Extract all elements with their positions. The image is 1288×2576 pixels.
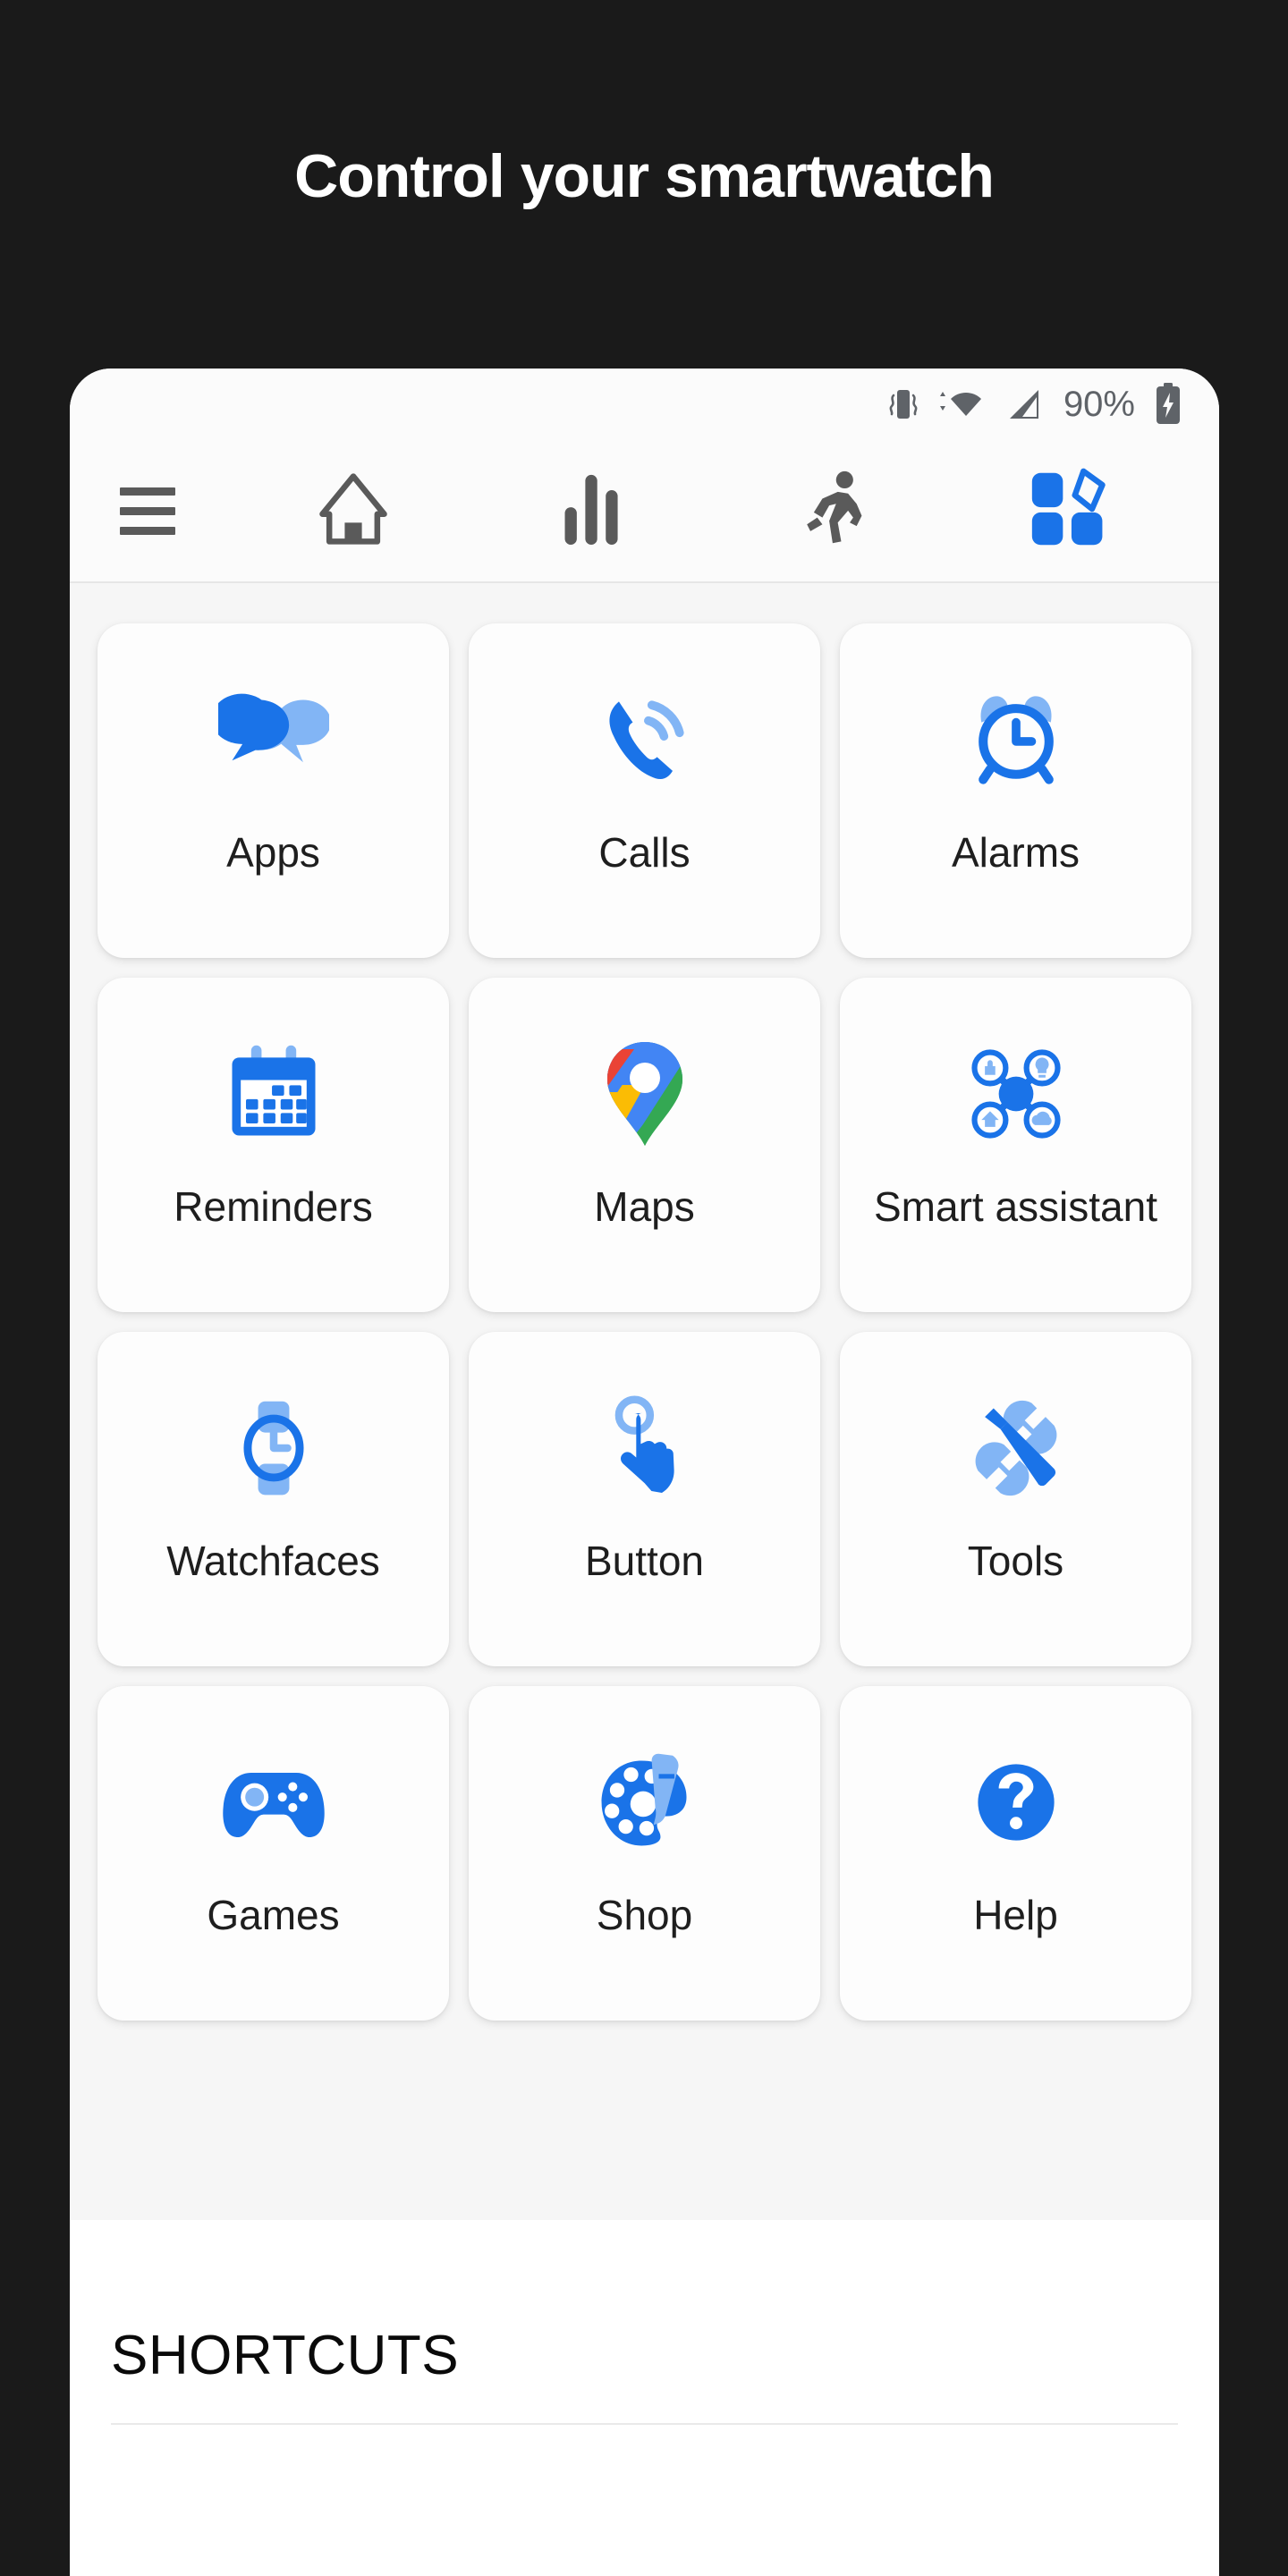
hamburger-menu-icon bbox=[120, 487, 175, 535]
home-icon bbox=[312, 468, 394, 555]
page-root: Control your smartwatch 90% Apps Calls A… bbox=[0, 0, 1288, 2576]
running-person-icon bbox=[792, 468, 870, 555]
tile-label: Reminders bbox=[174, 1183, 373, 1230]
tile-label: Apps bbox=[226, 829, 320, 876]
tile-alarms[interactable]: Alarms bbox=[840, 623, 1191, 958]
status-bar: 90% bbox=[70, 369, 1219, 440]
shortcuts-section: SHORTCUTS bbox=[70, 2270, 1219, 2485]
tile-calls[interactable]: Calls bbox=[469, 623, 820, 958]
signal-icon bbox=[1004, 385, 1044, 424]
question-mark-circle-icon bbox=[959, 1745, 1073, 1860]
nav-activity-button[interactable] bbox=[712, 440, 951, 581]
nav-stats-button[interactable] bbox=[473, 440, 712, 581]
page-title: Control your smartwatch bbox=[294, 142, 995, 210]
wifi-icon bbox=[938, 385, 985, 424]
chat-bubbles-icon bbox=[216, 682, 331, 797]
screwdriver-wrench-icon bbox=[959, 1391, 1073, 1505]
tile-games[interactable]: Games bbox=[97, 1686, 449, 2021]
tile-label: Calls bbox=[598, 829, 691, 876]
tile-apps[interactable]: Apps bbox=[97, 623, 449, 958]
phone-ringing-icon bbox=[588, 682, 702, 797]
tile-label: Maps bbox=[594, 1183, 695, 1230]
shortcuts-title: SHORTCUTS bbox=[111, 2325, 460, 2386]
tile-label: Shop bbox=[596, 1892, 693, 1938]
apps-grid-icon bbox=[1027, 468, 1113, 555]
nav-home-button[interactable] bbox=[234, 440, 473, 581]
calendar-icon bbox=[216, 1037, 331, 1151]
paint-palette-icon bbox=[588, 1745, 702, 1860]
shortcuts-divider bbox=[111, 2423, 1178, 2425]
tap-hand-icon bbox=[588, 1391, 702, 1505]
watch-icon bbox=[216, 1391, 331, 1505]
tile-label: Button bbox=[585, 1538, 704, 1584]
app-grid-area: Apps Calls Alarms Reminders Maps Smart a… bbox=[70, 583, 1219, 2220]
phone-mockup: 90% Apps Calls Alarms Reminders Maps Sma… bbox=[70, 369, 1219, 2576]
tile-tools[interactable]: Tools bbox=[840, 1332, 1191, 1666]
tile-label: Games bbox=[207, 1892, 340, 1938]
tile-button[interactable]: Button bbox=[469, 1332, 820, 1666]
vibrate-icon bbox=[888, 385, 919, 424]
google-maps-pin-icon bbox=[588, 1037, 702, 1151]
battery-charging-icon bbox=[1155, 383, 1182, 426]
tile-label: Alarms bbox=[951, 829, 1080, 876]
smart-hub-icon bbox=[959, 1037, 1073, 1151]
tile-help[interactable]: Help bbox=[840, 1686, 1191, 2021]
tile-smart-assistant[interactable]: Smart assistant bbox=[840, 978, 1191, 1312]
tile-label: Tools bbox=[967, 1538, 1064, 1584]
nav-menu-button[interactable] bbox=[100, 440, 234, 581]
tile-reminders[interactable]: Reminders bbox=[97, 978, 449, 1312]
tile-label: Smart assistant bbox=[874, 1183, 1157, 1230]
tile-label: Watchfaces bbox=[166, 1538, 380, 1584]
nav-apps-button[interactable] bbox=[950, 440, 1189, 581]
gamepad-icon bbox=[216, 1745, 331, 1860]
app-nav-bar bbox=[70, 440, 1219, 583]
tile-watchfaces[interactable]: Watchfaces bbox=[97, 1332, 449, 1666]
battery-percent-label: 90% bbox=[1063, 384, 1135, 424]
bar-chart-icon bbox=[556, 470, 628, 553]
tile-maps[interactable]: Maps bbox=[469, 978, 820, 1312]
tile-label: Help bbox=[973, 1892, 1058, 1938]
app-tile-grid: Apps Calls Alarms Reminders Maps Smart a… bbox=[88, 614, 1201, 2030]
tile-shop[interactable]: Shop bbox=[469, 1686, 820, 2021]
alarm-clock-icon bbox=[959, 682, 1073, 797]
